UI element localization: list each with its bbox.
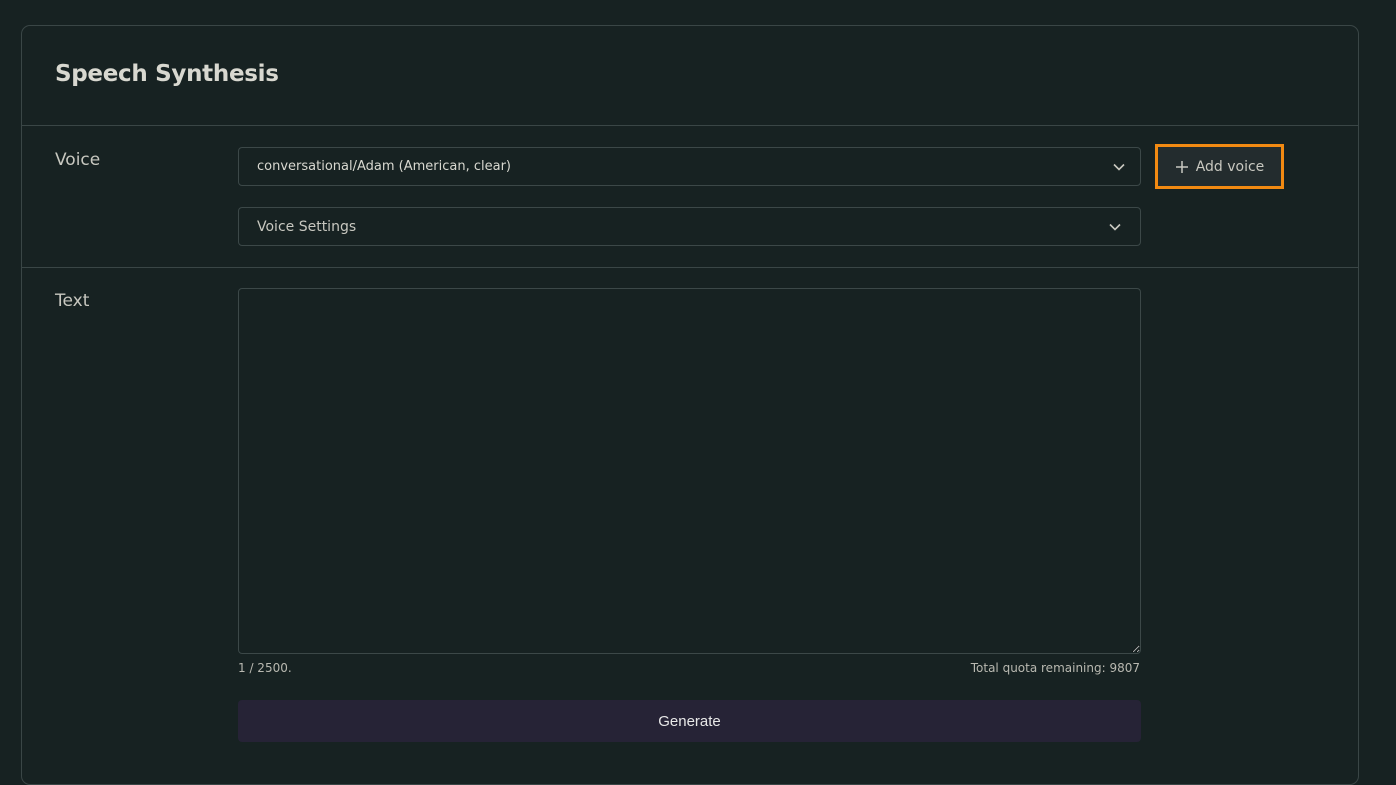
text-input[interactable] [238, 288, 1141, 654]
character-counter: 1 / 2500. [238, 661, 292, 675]
quota-remaining: Total quota remaining: 9807 [970, 661, 1140, 675]
divider-middle [22, 267, 1358, 268]
voice-select-value: conversational/Adam (American, clear) [257, 159, 511, 174]
voice-settings-dropdown[interactable]: Voice Settings [238, 207, 1141, 246]
plus-icon [1175, 160, 1189, 174]
chevron-down-icon [1112, 160, 1126, 174]
text-label: Text [55, 291, 90, 311]
speech-synthesis-panel: Speech Synthesis Voice conversational/Ad… [21, 25, 1359, 785]
chevron-down-icon [1108, 220, 1122, 234]
voice-label: Voice [55, 150, 101, 170]
add-voice-button[interactable]: Add voice [1155, 144, 1284, 189]
voice-settings-label: Voice Settings [257, 218, 357, 235]
generate-button[interactable]: Generate [238, 700, 1141, 742]
add-voice-label: Add voice [1195, 158, 1265, 175]
voice-select[interactable]: conversational/Adam (American, clear) [238, 147, 1141, 186]
divider-top [22, 125, 1358, 126]
page-title: Speech Synthesis [55, 61, 279, 87]
